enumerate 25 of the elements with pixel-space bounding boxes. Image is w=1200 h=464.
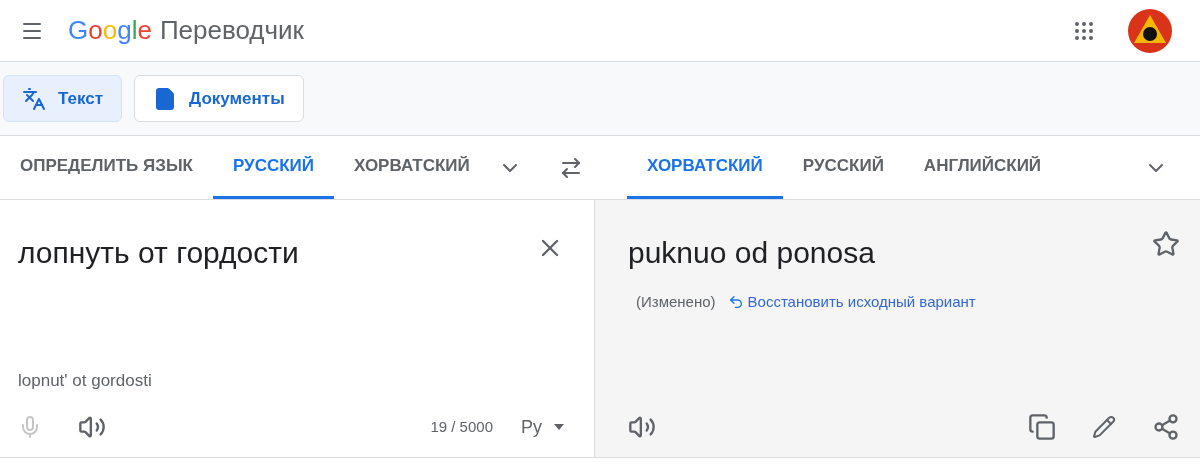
- undo-icon[interactable]: [727, 294, 744, 311]
- swap-icon[interactable]: [559, 155, 583, 180]
- transliteration: lopnut' ot gordosti: [18, 369, 153, 392]
- source-text[interactable]: лопнуть от гордости: [18, 230, 536, 275]
- language-tab[interactable]: РУССКИЙ: [212, 136, 334, 199]
- keyboard-button[interactable]: Ру: [521, 413, 542, 441]
- language-tab[interactable]: РУССКИЙ: [782, 136, 904, 199]
- translate-icon: [22, 86, 46, 111]
- restore-link[interactable]: Восстановить исходный вариант: [747, 291, 976, 314]
- edited-note: (Изменено): [636, 292, 716, 312]
- logo: Google: [68, 14, 152, 47]
- language-tab[interactable]: ХОРВАТСКИЙ: [334, 136, 490, 199]
- copy-icon[interactable]: [1028, 413, 1056, 441]
- edit-icon[interactable]: [1092, 415, 1116, 439]
- mode-button[interactable]: Текст: [3, 75, 123, 122]
- share-icon[interactable]: [1152, 413, 1180, 441]
- language-tab[interactable]: ОПРЕДЕЛИТЬ ЯЗЫК: [0, 136, 213, 199]
- star-icon[interactable]: [1152, 230, 1180, 258]
- product-name: Переводчик: [159, 14, 304, 47]
- avatar-icon[interactable]: [1128, 8, 1172, 53]
- character-count: 19 / 5000: [430, 416, 493, 437]
- dropdown-icon[interactable]: [554, 424, 564, 430]
- language-tab[interactable]: АНГЛИЙСКИЙ: [903, 136, 1062, 199]
- translation-text: puknuo od ponosa: [628, 235, 876, 271]
- mode-button[interactable]: Документы: [134, 75, 304, 122]
